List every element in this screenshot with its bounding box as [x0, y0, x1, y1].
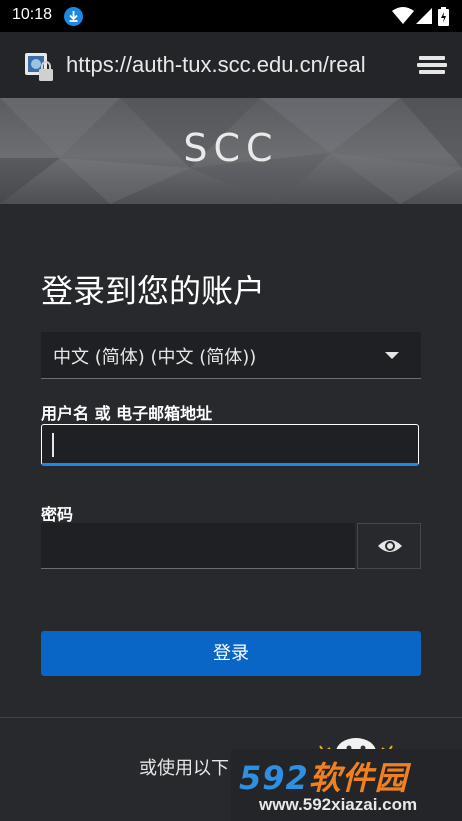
watermark-url: www.592xiazai.com: [259, 795, 418, 814]
browser-url-bar[interactable]: https://auth-tux.scc.edu.cn/real: [0, 32, 462, 98]
login-button[interactable]: 登录: [41, 631, 421, 676]
watermark-number: 592: [239, 759, 309, 797]
watermark-logo: 592软件园: [239, 753, 408, 799]
language-select-value: 中文 (简体) (中文 (简体)): [53, 347, 257, 368]
lock-site-icon[interactable]: [24, 52, 54, 82]
brand-logo-text: SCC: [183, 126, 279, 170]
show-password-button[interactable]: [357, 523, 421, 569]
watermark-chinese: 软件园: [308, 759, 408, 797]
username-input[interactable]: [41, 424, 419, 466]
password-input[interactable]: [41, 523, 355, 569]
battery-icon: [438, 7, 449, 26]
login-panel: 登录到您的账户 中文 (简体) (中文 (简体)) 用户名 或 电子邮箱地址 密…: [0, 204, 462, 821]
chevron-down-icon: [385, 352, 399, 359]
eye-icon: [378, 540, 402, 552]
login-title: 登录到您的账户: [41, 272, 266, 310]
watermark: 592软件园 www.592xiazai.com: [231, 749, 462, 821]
tabs-menu-icon[interactable]: [417, 54, 447, 78]
status-time: 10:18: [12, 6, 53, 23]
download-icon: [64, 7, 83, 26]
signal-icon: [416, 8, 432, 24]
alt-login-text: 或使用以下: [139, 758, 229, 779]
username-label: 用户名 或 电子邮箱地址: [41, 404, 213, 423]
language-select[interactable]: 中文 (简体) (中文 (简体)): [41, 332, 421, 379]
header-banner: SCC: [0, 98, 462, 204]
password-label: 密码: [41, 505, 74, 524]
url-text[interactable]: https://auth-tux.scc.edu.cn/real: [66, 52, 396, 78]
wifi-icon: [392, 7, 414, 24]
status-bar: 10:18: [0, 0, 462, 32]
divider: [0, 717, 462, 718]
text-cursor: [52, 433, 54, 457]
